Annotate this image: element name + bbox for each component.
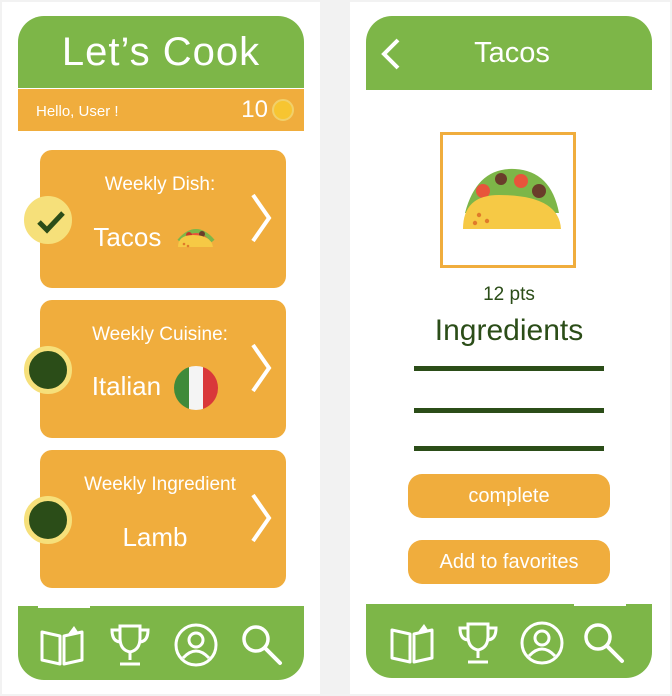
book-icon[interactable] xyxy=(388,620,436,666)
taco-icon xyxy=(463,168,561,229)
profile-icon[interactable] xyxy=(172,622,220,668)
back-arrow-icon[interactable] xyxy=(372,32,412,76)
check-icon xyxy=(37,211,65,234)
completed-check-indicator xyxy=(24,196,72,244)
greeting-text: Hello, User ! xyxy=(36,103,119,120)
pending-indicator xyxy=(24,496,72,544)
ingredient-line xyxy=(414,366,604,371)
app-title: Let’s Cook xyxy=(61,29,261,74)
italy-flag-icon xyxy=(174,366,219,410)
card-value: Italian xyxy=(91,370,162,401)
card-value: Tacos xyxy=(93,222,162,252)
trophy-icon[interactable] xyxy=(106,622,154,668)
dish-detail-screen: Tacos 12 pts Ingredients complete Add to… xyxy=(350,2,670,694)
ingredients-heading: Ingredients xyxy=(434,314,584,347)
chevron-right-icon[interactable] xyxy=(250,192,272,244)
weekly-ingredient-card[interactable]: Weekly Ingredient Lamb xyxy=(24,450,286,588)
card-title: Weekly Ingredient xyxy=(84,474,236,495)
dish-image xyxy=(440,132,576,268)
dish-title: Tacos xyxy=(474,36,550,69)
pending-indicator xyxy=(24,346,72,394)
active-tab-indicator xyxy=(574,602,626,606)
active-tab-indicator xyxy=(38,604,90,608)
complete-button[interactable]: complete xyxy=(408,474,610,518)
book-icon[interactable] xyxy=(38,622,86,668)
coin-count: 10 xyxy=(241,96,268,123)
chevron-right-icon[interactable] xyxy=(250,492,272,544)
search-icon[interactable] xyxy=(238,622,286,668)
ingredient-line xyxy=(414,408,604,413)
ingredient-line xyxy=(414,446,604,451)
add-to-favorites-button[interactable]: Add to favorites xyxy=(408,540,610,584)
dish-points: 12 pts xyxy=(483,284,535,305)
trophy-icon[interactable] xyxy=(454,620,502,666)
bottom-nav xyxy=(18,604,304,680)
card-title: Weekly Cuisine: xyxy=(92,324,228,345)
coin-icon xyxy=(272,99,294,121)
greeting-bar: Hello, User ! 10 xyxy=(18,89,304,131)
home-screen: Let’s Cook Hello, User ! 10 Weekly Dish:… xyxy=(2,2,320,694)
detail-header: Tacos xyxy=(366,16,652,90)
taco-icon xyxy=(177,229,215,248)
bottom-nav xyxy=(366,602,652,678)
app-header: Let’s Cook xyxy=(18,16,304,88)
weekly-cuisine-card[interactable]: Weekly Cuisine: Italian xyxy=(24,300,286,438)
card-title: Weekly Dish: xyxy=(104,174,216,195)
weekly-dish-card[interactable]: Weekly Dish: Tacos xyxy=(24,150,286,288)
chevron-right-icon[interactable] xyxy=(250,342,272,394)
search-icon[interactable] xyxy=(580,620,628,666)
profile-icon[interactable] xyxy=(518,620,566,666)
card-value: Lamb xyxy=(122,522,188,552)
